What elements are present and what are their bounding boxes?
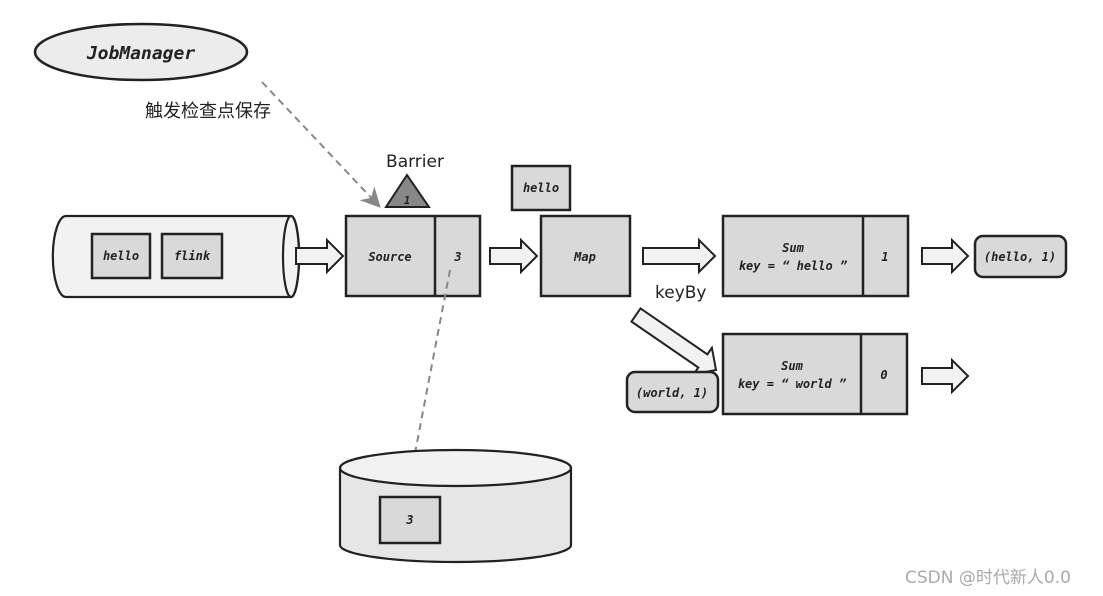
keyby-label: keyBy [655, 283, 706, 303]
sum-hello-key: key = “ hello ” [739, 259, 848, 273]
trigger-label: 触发检查点保存 [145, 101, 271, 122]
sum-world-state: 0 [880, 368, 887, 382]
barrier-triangle: 1 [384, 173, 431, 208]
flow-arrow-sum-hello-to-output [921, 237, 970, 275]
watermark: CSDN @时代新人0.0 [905, 568, 1071, 588]
barrier-number: 1 [404, 194, 411, 207]
input-world-label: (world, 1) [636, 386, 708, 400]
source-operator: Source 3 [344, 214, 482, 298]
job-manager-node: JobManager [33, 22, 249, 82]
sum-world-key: key = “ world ” [738, 377, 847, 391]
sum-hello-title: Sum [782, 241, 804, 255]
output-hello-label: (hello, 1) [984, 250, 1056, 264]
stream-item-label: hello [103, 249, 139, 263]
stream-item-label: flink [174, 249, 211, 263]
barrier-label: Barrier [386, 152, 444, 172]
map-operator: Map [539, 214, 632, 298]
source-state: 3 [453, 250, 461, 264]
map-label: Map [573, 250, 596, 264]
source-label: Source [368, 250, 411, 264]
sum-hello-operator: Sum key = “ hello ” 1 [721, 214, 910, 298]
job-manager-label: JobManager [86, 43, 196, 64]
flow-arrow-source-to-map [489, 237, 539, 275]
trigger-dashed-arrow [261, 81, 381, 208]
sum-hello-state: 1 [881, 250, 888, 264]
input-stream-pipe: hello flink [51, 214, 301, 299]
in-flight-record-label: hello [523, 181, 559, 195]
stored-state-label: 3 [405, 513, 413, 527]
sum-world-operator: Sum key = “ world ” 0 [721, 332, 909, 416]
flow-arrow-map-to-sum-hello [642, 237, 717, 275]
checkpoint-storage: 3 [338, 448, 573, 564]
flow-arrow-sum-world-out [921, 357, 970, 395]
flow-arrow-pipe-to-source [295, 237, 345, 275]
checkpoint-diagram: JobManager 触发检查点保存 Barrier 1 hello flink… [33, 22, 1071, 588]
sum-world-title: Sum [781, 359, 803, 373]
